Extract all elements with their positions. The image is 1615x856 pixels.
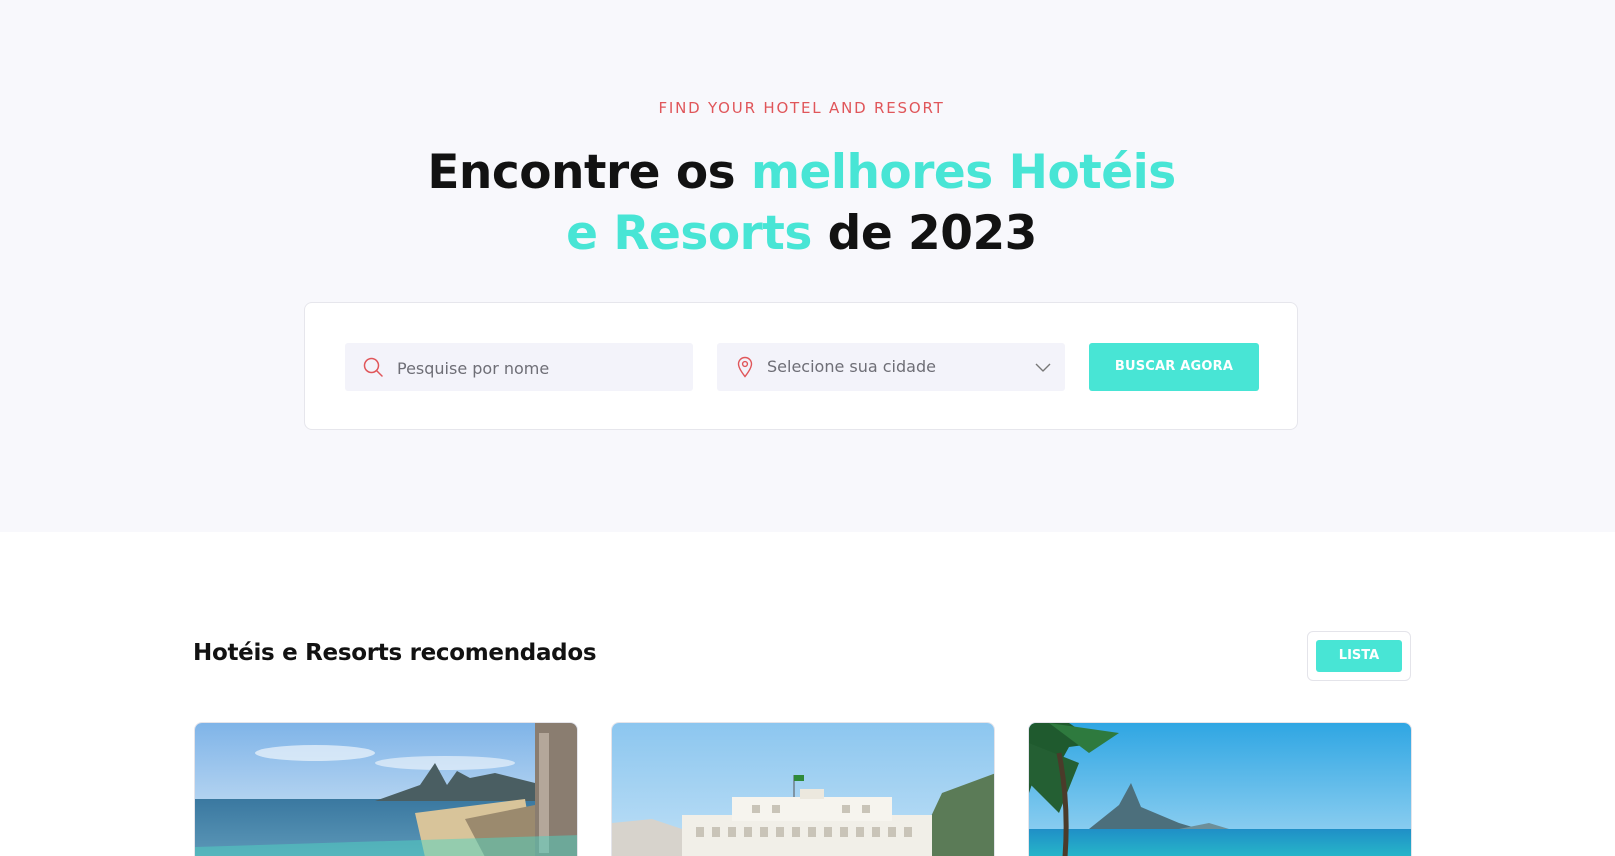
city-select[interactable]: Selecione sua cidade (717, 343, 1065, 391)
hero-headline: Encontre os melhores Hotéis e Resorts de… (0, 142, 1603, 264)
hotel-card-1-image (195, 723, 577, 856)
hotel-card-3-image (1029, 723, 1411, 856)
search-card: Selecione sua cidade BUSCAR AGORA (304, 302, 1298, 430)
name-search-field[interactable] (345, 343, 693, 393)
headline-accent-2: e Resorts (566, 206, 812, 261)
headline-text-2: de 2023 (811, 206, 1038, 261)
headline-text-1: Encontre os (427, 145, 752, 200)
hotel-card-3[interactable] (1028, 722, 1412, 856)
hotel-card-1[interactable] (194, 722, 578, 856)
list-view-button[interactable]: LISTA (1316, 640, 1402, 672)
hero-section: FIND YOUR HOTEL AND RESORT Encontre os m… (0, 0, 1615, 532)
location-pin-icon (733, 355, 757, 379)
city-select-placeholder: Selecione sua cidade (767, 357, 936, 376)
hotel-card-2[interactable] (611, 722, 995, 856)
name-search-input[interactable] (395, 343, 679, 393)
search-icon (361, 355, 385, 379)
recommended-title: Hotéis e Resorts recomendados (193, 640, 597, 666)
search-now-button[interactable]: BUSCAR AGORA (1089, 343, 1259, 391)
headline-accent-1: melhores Hotéis (751, 145, 1176, 200)
chevron-down-icon (1033, 357, 1053, 377)
hotel-card-2-image (612, 723, 994, 856)
hero-eyebrow: FIND YOUR HOTEL AND RESORT (658, 99, 945, 117)
view-toggle: LISTA (1307, 631, 1411, 681)
